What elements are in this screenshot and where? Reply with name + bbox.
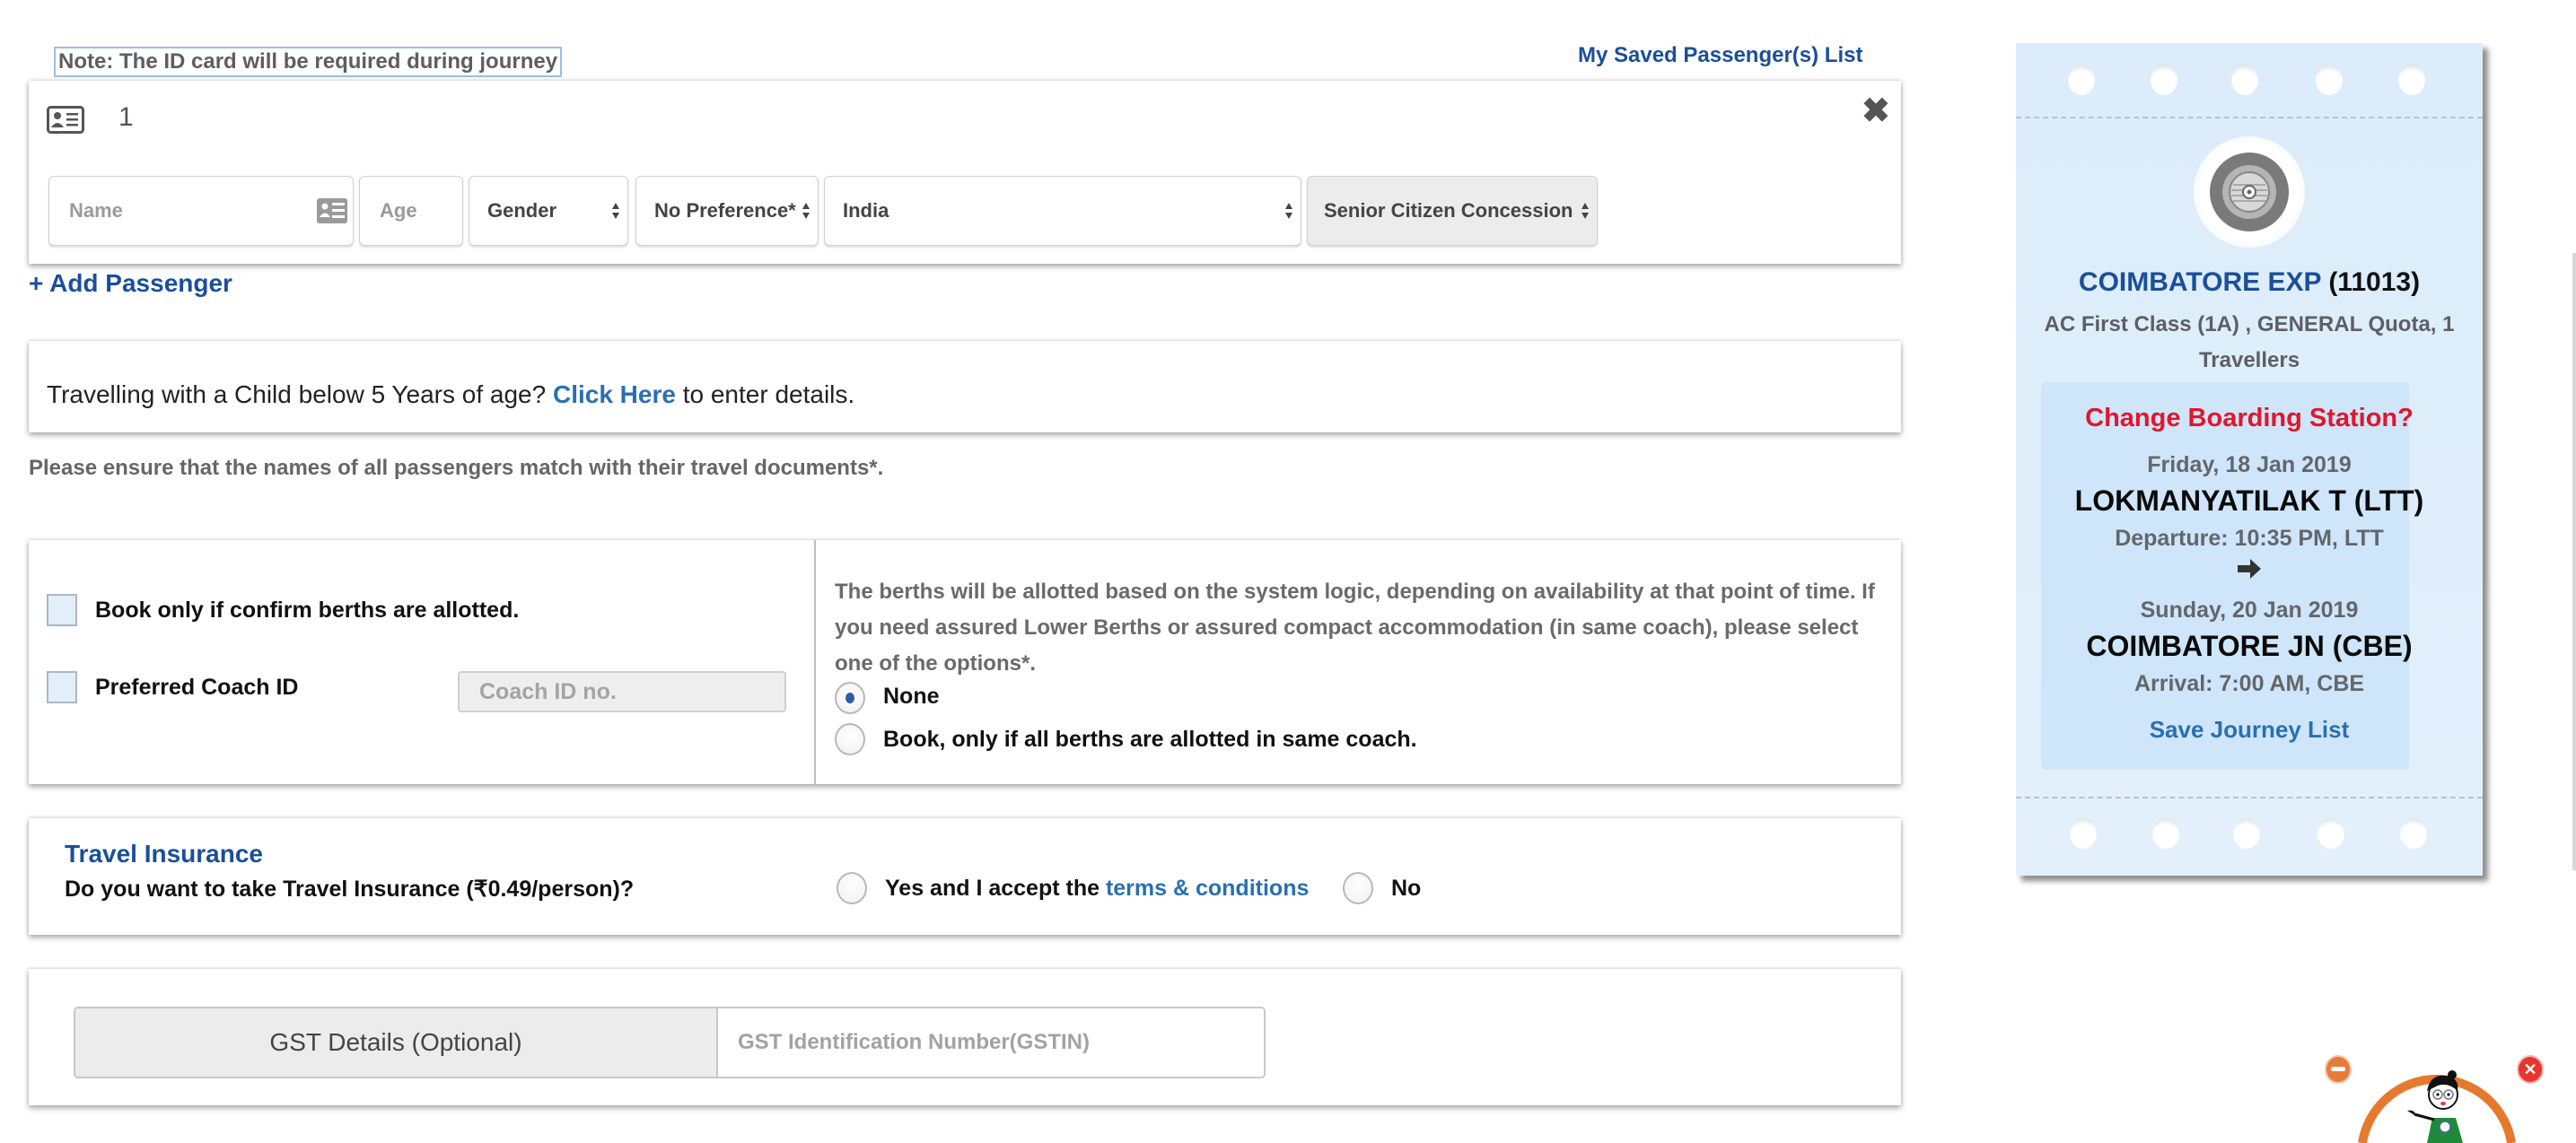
remove-passenger-close-icon[interactable]: ✖ — [1862, 93, 1890, 129]
train-class-quota: AC First Class (1A) , GENERAL Quota, 1 T… — [2044, 312, 2455, 372]
radio-same-coach[interactable] — [835, 723, 865, 755]
preferred-coach-checkbox[interactable] — [47, 671, 77, 703]
train-title: COIMBATORE EXP (11013) — [2016, 267, 2483, 298]
gstin-input[interactable] — [736, 1029, 1264, 1056]
name-match-note: Please ensure that the names of all pass… — [29, 456, 884, 480]
coach-id-input[interactable] — [478, 677, 784, 706]
departure-station: LOKMANYATILAK T (LTT) — [2074, 484, 2424, 517]
passenger-number: 1 — [118, 102, 134, 132]
passenger-age-input[interactable] — [378, 198, 462, 223]
nationality-value: India — [843, 199, 889, 222]
change-boarding-station-link[interactable]: Change Boarding Station? — [2016, 404, 2483, 433]
ticket-hole — [2231, 65, 2258, 95]
confirm-berths-label: Book only if confirm berths are allotted… — [95, 598, 520, 623]
gender-select[interactable]: Gender — [469, 176, 628, 246]
berth-preference-select[interactable]: No Preference* — [635, 176, 819, 246]
arrival-date: Sunday, 20 Jan 2019 — [2140, 598, 2359, 623]
passenger-name-field[interactable] — [48, 176, 354, 246]
save-journey-list-link[interactable]: Save Journey List — [2016, 716, 2483, 744]
id-card-icon — [47, 106, 84, 135]
ticket-hole — [2398, 65, 2425, 95]
ticket-perforation — [2016, 117, 2483, 118]
arrival-time: Arrival: 7:00 AM, CBE — [2134, 671, 2365, 696]
select-arrows-icon — [1285, 203, 1292, 219]
berth-preference-value: No Preference* — [654, 199, 796, 222]
berth-allotment-info: The berths will be allotted based on the… — [835, 580, 1875, 676]
coach-id-field[interactable] — [458, 671, 786, 712]
ticket-hole — [2318, 818, 2344, 849]
gst-details-label: GST Details (Optional) — [75, 1008, 718, 1077]
railways-logo-icon — [2210, 153, 2289, 231]
indian-railways-emblem — [2194, 136, 2305, 248]
radio-same-coach-label: Book, only if all berths are allotted in… — [883, 727, 1417, 752]
passenger-age-field[interactable] — [359, 176, 463, 246]
radio-none[interactable] — [835, 682, 865, 714]
confirm-berths-checkbox[interactable] — [47, 594, 77, 626]
child-info-suffix: to enter details. — [682, 380, 855, 408]
insurance-no-radio[interactable] — [1343, 872, 1373, 904]
ticket-hole — [2070, 818, 2097, 849]
child-info-text: Travelling with a Child below 5 Years of… — [47, 380, 854, 409]
concession-select[interactable]: Senior Citizen Concession — [1307, 176, 1598, 246]
ticket-perforation — [2016, 797, 2483, 798]
departure-date: Friday, 18 Jan 2019 — [2147, 452, 2352, 477]
ticket-hole — [2151, 65, 2177, 95]
gstin-field[interactable] — [718, 1008, 1264, 1077]
nationality-select[interactable]: India — [824, 176, 1301, 246]
id-card-note: Note: The ID card will be required durin… — [54, 47, 563, 77]
arrival-station: COIMBATORE JN (CBE) — [2086, 630, 2413, 662]
terms-conditions-link[interactable]: terms & conditions — [1106, 876, 1309, 901]
page-scrollbar[interactable] — [2572, 253, 2576, 870]
saved-passenger-card-icon[interactable] — [317, 198, 347, 223]
insurance-yes-radio[interactable] — [837, 872, 867, 904]
ticket-hole — [2233, 818, 2260, 849]
ticket-hole — [2068, 65, 2095, 95]
select-arrows-icon — [612, 203, 619, 219]
berth-options-divider — [814, 540, 816, 784]
child-click-here-link[interactable]: Click Here — [553, 380, 676, 408]
ticket-hole — [2316, 65, 2343, 95]
travel-insurance-title: Travel Insurance — [65, 840, 264, 868]
gst-input-group: GST Details (Optional) — [74, 1007, 1266, 1078]
minus-icon — [2331, 1067, 2345, 1071]
insurance-yes-text: Yes and I accept the — [885, 876, 1100, 901]
saved-passengers-link[interactable]: My Saved Passenger(s) List — [1578, 43, 1862, 68]
passenger-name-input[interactable] — [67, 198, 353, 223]
child-info-prefix: Travelling with a Child below 5 Years of… — [47, 380, 547, 408]
radio-none-label: None — [883, 684, 940, 709]
preferred-coach-label: Preferred Coach ID — [95, 675, 299, 700]
insurance-no-label: No — [1391, 876, 1422, 901]
ticket-hole — [2400, 818, 2427, 849]
departure-time: Departure: 10:35 PM, LTT — [2115, 526, 2384, 551]
train-number: (11013) — [2328, 267, 2421, 297]
travel-insurance-question: Do you want to take Travel Insurance (₹0… — [65, 877, 635, 902]
train-name: COIMBATORE EXP — [2078, 267, 2321, 297]
chat-assistant-mascot-icon[interactable] — [2352, 1068, 2522, 1143]
insurance-yes-label: Yes and I accept the terms & conditions — [885, 876, 1309, 902]
gender-select-value: Gender — [487, 199, 557, 222]
concession-value: Senior Citizen Concession — [1324, 199, 1573, 222]
select-arrows-icon — [1582, 203, 1589, 219]
select-arrows-icon — [802, 203, 810, 219]
journey-arrow-icon — [2016, 558, 2483, 584]
add-passenger-link[interactable]: + Add Passenger — [29, 269, 232, 298]
mascot-minimize-button[interactable] — [2325, 1055, 2352, 1084]
ticket-hole — [2152, 818, 2179, 849]
